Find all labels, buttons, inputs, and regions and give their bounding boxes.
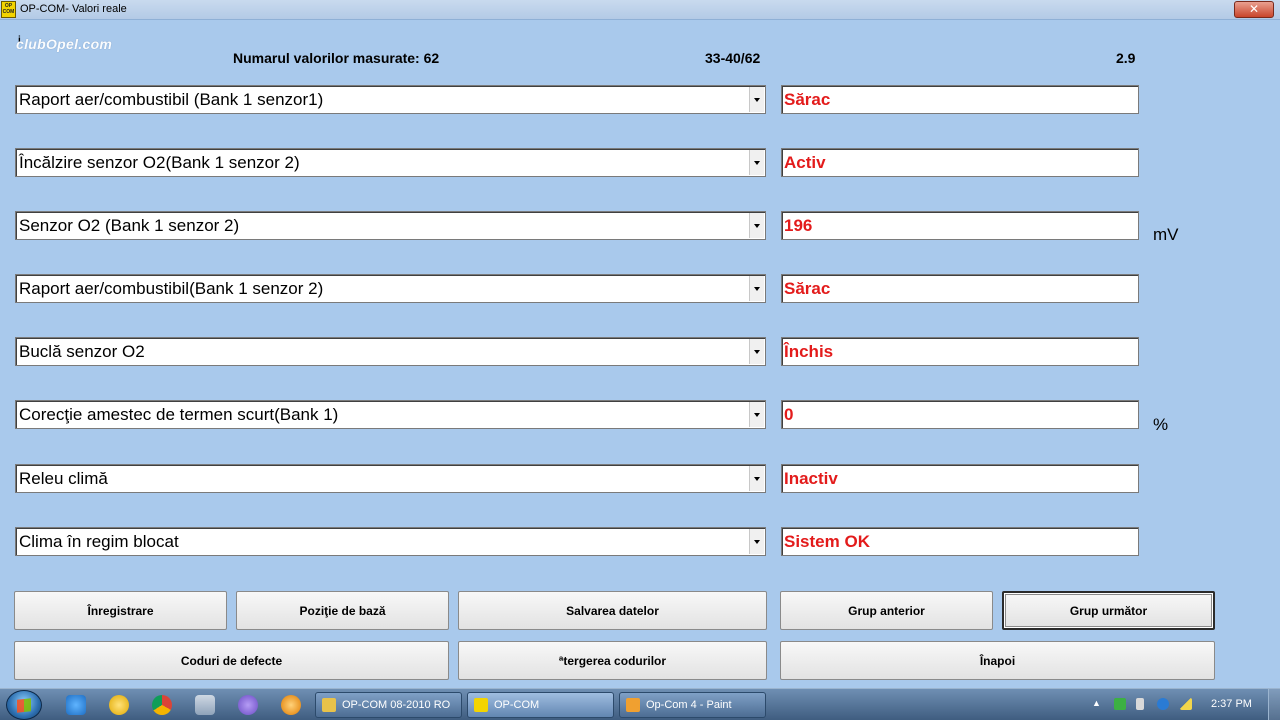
clear-codes-button[interactable]: ªtergerea codurilor	[458, 641, 767, 680]
dropdown-arrow-icon[interactable]	[749, 402, 764, 427]
dropdown-arrow-icon[interactable]	[749, 529, 764, 554]
version-label: 2.9	[1116, 50, 1136, 66]
tray-expand-icon[interactable]: ▲	[1092, 698, 1101, 710]
value-text: Închis	[784, 342, 834, 361]
value-text: Sistem OK	[784, 532, 870, 551]
orange-app-icon[interactable]	[281, 695, 301, 715]
measured-values-count: Numarul valorilor masurate: 62	[233, 50, 440, 66]
value-text: 0	[784, 405, 794, 424]
main-panel: i clubOpel.com Numarul valorilor masurat…	[0, 20, 1280, 688]
parameter-label: Raport aer/combustibil(Bank 1 senzor 2)	[19, 279, 324, 298]
show-desktop-button[interactable]	[1268, 689, 1280, 720]
value-field: Închis	[781, 337, 1139, 366]
value-field: 0	[781, 400, 1139, 429]
back-button[interactable]: Înapoi	[780, 641, 1215, 680]
parameter-select[interactable]: Buclă senzor O2	[15, 337, 766, 366]
value-text: Inactiv	[784, 469, 838, 488]
value-text: 196	[784, 216, 813, 235]
unit-label: mV	[1153, 225, 1179, 244]
close-button[interactable]: ✕	[1234, 1, 1274, 18]
parameter-select[interactable]: Raport aer/combustibil (Bank 1 senzor1)	[15, 85, 766, 114]
dropdown-arrow-icon[interactable]	[749, 339, 764, 364]
clock[interactable]: 2:37 PM	[1211, 698, 1252, 710]
chrome-icon[interactable]	[152, 695, 172, 715]
dropdown-arrow-icon[interactable]	[749, 87, 764, 112]
parameter-label: Clima în regim blocat	[19, 532, 179, 551]
parameter-label: Corecţie amestec de termen scurt(Bank 1)	[19, 405, 339, 424]
task-paint[interactable]: Op-Com 4 - Paint	[619, 692, 766, 718]
previous-group-button[interactable]: Grup anterior	[780, 591, 993, 630]
parameter-select[interactable]: Raport aer/combustibil(Bank 1 senzor 2)	[15, 274, 766, 303]
messenger-icon[interactable]	[109, 695, 129, 715]
title-bar[interactable]: OP COM OP-COM- Valori reale ✕	[0, 0, 1280, 20]
internet-explorer-icon[interactable]	[66, 695, 86, 715]
value-field: Inactiv	[781, 464, 1139, 493]
fault-codes-button[interactable]: Coduri de defecte	[14, 641, 449, 680]
start-button[interactable]	[6, 690, 42, 720]
chat-icon[interactable]	[195, 695, 215, 715]
value-text: Activ	[784, 153, 826, 172]
parameter-label: Senzor O2 (Bank 1 senzor 2)	[19, 216, 240, 235]
value-range: 33-40/62	[705, 50, 761, 66]
network-signal-icon[interactable]	[1180, 698, 1192, 710]
opcom-icon	[474, 698, 488, 712]
viber-icon[interactable]	[238, 695, 258, 715]
value-field: 196	[781, 211, 1139, 240]
paint-icon	[626, 698, 640, 712]
value-text: Sărac	[784, 279, 831, 298]
value-field: Activ	[781, 148, 1139, 177]
parameter-label: Raport aer/combustibil (Bank 1 senzor1)	[19, 90, 324, 109]
dropdown-arrow-icon[interactable]	[749, 276, 764, 301]
taskbar: OP-COM 08-2010 RO OP-COM Op-Com 4 - Pain…	[0, 688, 1280, 720]
task-label: OP-COM 08-2010 RO	[342, 699, 451, 711]
dropdown-arrow-icon[interactable]	[749, 466, 764, 491]
folder-icon	[322, 698, 336, 712]
parameter-select[interactable]: Senzor O2 (Bank 1 senzor 2)	[15, 211, 766, 240]
base-position-button[interactable]: Poziţie de bază	[236, 591, 449, 630]
task-opcom[interactable]: OP-COM	[467, 692, 614, 718]
parameter-select[interactable]: Încălzire senzor O2(Bank 1 senzor 2)	[15, 148, 766, 177]
value-field: Sărac	[781, 85, 1139, 114]
value-field: Sistem OK	[781, 527, 1139, 556]
parameter-label: Încălzire senzor O2(Bank 1 senzor 2)	[19, 153, 300, 172]
tray-app-icon[interactable]	[1157, 698, 1169, 710]
value-text: Sărac	[784, 90, 831, 109]
watermark-logo: clubOpel.com	[16, 36, 113, 52]
parameter-select[interactable]: Releu climă	[15, 464, 766, 493]
battery-icon[interactable]	[1136, 698, 1144, 710]
parameter-select[interactable]: Clima în regim blocat	[15, 527, 766, 556]
dropdown-arrow-icon[interactable]	[749, 213, 764, 238]
window-title: OP-COM- Valori reale	[20, 3, 127, 15]
task-label: Op-Com 4 - Paint	[646, 699, 732, 711]
save-data-button[interactable]: Salvarea datelor	[458, 591, 767, 630]
task-label: OP-COM	[494, 699, 540, 711]
parameter-label: Releu climă	[19, 469, 108, 488]
record-button[interactable]: Înregistrare	[14, 591, 227, 630]
opcom-logo-icon: OP COM	[1, 1, 16, 18]
value-field: Sărac	[781, 274, 1139, 303]
parameter-select[interactable]: Corecţie amestec de termen scurt(Bank 1)	[15, 400, 766, 429]
tray-sync-icon[interactable]	[1114, 698, 1126, 710]
task-opcom-folder[interactable]: OP-COM 08-2010 RO	[315, 692, 462, 718]
parameter-label: Buclă senzor O2	[19, 342, 145, 361]
dropdown-arrow-icon[interactable]	[749, 150, 764, 175]
next-group-button[interactable]: Grup următor	[1002, 591, 1215, 630]
unit-label: %	[1153, 415, 1169, 434]
